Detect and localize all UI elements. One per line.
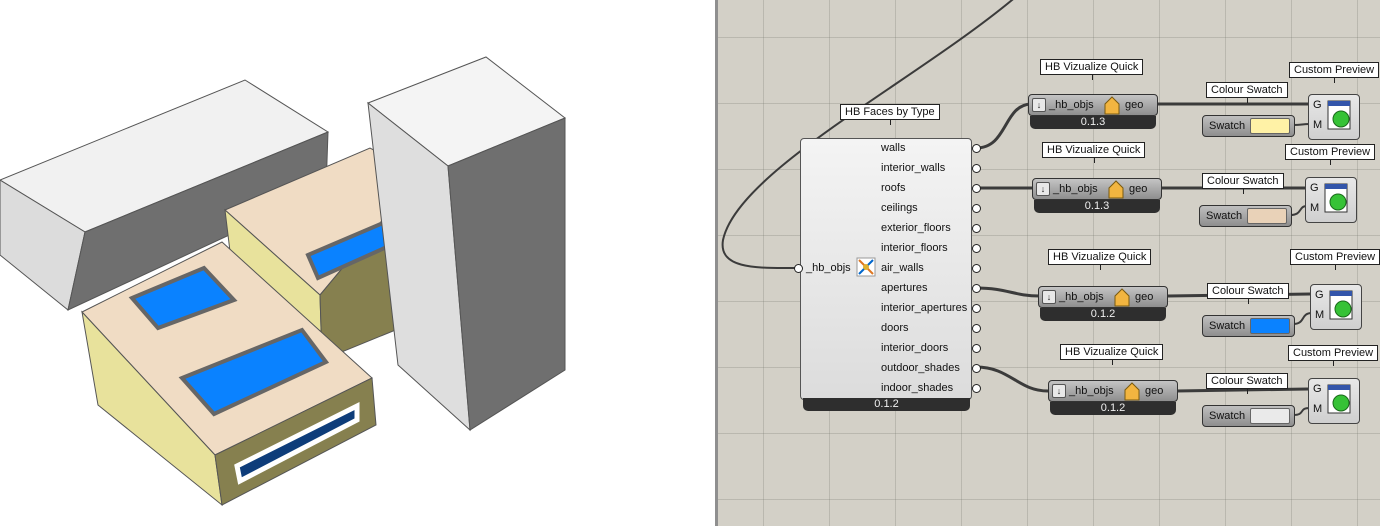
viz-tag-2: HB Vizualize Quick (1042, 142, 1146, 163)
output-walls: walls (881, 142, 906, 154)
port-dot[interactable] (972, 264, 981, 273)
preview-input-m: M (1313, 403, 1323, 415)
viz-input-label: _hb_objs (1069, 385, 1114, 397)
arrow-down-icon: ↓ (1036, 182, 1050, 196)
preview-input-g: G (1315, 289, 1324, 301)
viz-version-4: 0.1.2 (1050, 402, 1176, 415)
preview-input-g: G (1313, 99, 1322, 111)
custom-preview-4[interactable]: G M (1308, 378, 1360, 424)
building-model (0, 56, 566, 507)
hb-vizualize-quick-1[interactable]: ↓ _hb_objs geo (1028, 94, 1158, 116)
preview-icon (1329, 290, 1353, 320)
viz-version-3: 0.1.2 (1040, 308, 1166, 321)
viz-version-2: 0.1.3 (1034, 200, 1160, 213)
preview-tag-2: Custom Preview (1285, 144, 1376, 165)
output-apertures: apertures (881, 282, 928, 294)
output-exterior-floors: exterior_floors (881, 222, 951, 234)
preview-icon (1327, 100, 1351, 130)
output-indoor-shades: indoor_shades (881, 382, 954, 394)
port-dot[interactable] (972, 284, 981, 293)
colour-swatch-2[interactable]: Swatch (1199, 205, 1292, 227)
output-interior-floors: interior_floors (881, 242, 948, 254)
viz-version-1: 0.1.3 (1030, 116, 1156, 129)
viz-output-label: geo (1129, 183, 1148, 195)
viz-input-label: _hb_objs (1059, 291, 1104, 303)
swatch-color-box[interactable] (1247, 208, 1287, 224)
swatch-tag-4: Colour Swatch (1206, 373, 1288, 394)
port-dot[interactable] (972, 204, 981, 213)
custom-preview-3[interactable]: G M (1310, 284, 1362, 330)
port-dot[interactable] (972, 224, 981, 233)
preview-input-m: M (1310, 202, 1320, 214)
viz-tag-1: HB Vizualize Quick (1040, 59, 1144, 80)
swatch-label: Swatch (1206, 210, 1243, 222)
preview-input-m: M (1313, 119, 1323, 131)
preview-tag-1: Custom Preview (1289, 62, 1380, 83)
output-air-walls: air_walls (881, 262, 924, 274)
viz-input-label: _hb_objs (1053, 183, 1098, 195)
preview-input-g: G (1313, 383, 1322, 395)
viz-tag-3: HB Vizualize Quick (1048, 249, 1152, 270)
hb-vizualize-quick-4[interactable]: ↓ _hb_objs geo (1048, 380, 1178, 402)
colour-swatch-1[interactable]: Swatch (1202, 115, 1295, 137)
port-dot[interactable] (972, 164, 981, 173)
faces-by-type-icon (856, 257, 876, 277)
preview-tag-4: Custom Preview (1288, 345, 1379, 366)
swatch-color-box[interactable] (1250, 408, 1290, 424)
swatch-color-box[interactable] (1250, 118, 1290, 134)
rhino-viewport[interactable] (0, 0, 715, 526)
viz-tag-4: HB Vizualize Quick (1060, 344, 1164, 365)
grasshopper-canvas[interactable]: HB Faces by Type _hb_objs walls interior… (718, 0, 1380, 526)
colour-swatch-4[interactable]: Swatch (1202, 405, 1295, 427)
port-dot[interactable] (972, 304, 981, 313)
viz-output-label: geo (1145, 385, 1164, 397)
viz-input-label: _hb_objs (1049, 99, 1094, 111)
custom-preview-2[interactable]: G M (1305, 177, 1357, 223)
swatch-color-box[interactable] (1250, 318, 1290, 334)
hb-vizualize-quick-3[interactable]: ↓ _hb_objs geo (1038, 286, 1168, 308)
port-dot[interactable] (972, 324, 981, 333)
viz-output-label: geo (1135, 291, 1154, 303)
preview-icon (1324, 183, 1348, 213)
port-dot[interactable] (972, 184, 981, 193)
wire-walls (975, 102, 1032, 150)
preview-icon (1327, 384, 1351, 414)
hb-vizualize-quick-2[interactable]: ↓ _hb_objs geo (1032, 178, 1162, 200)
swatch-tag-1: Colour Swatch (1206, 82, 1288, 103)
swatch-tag-2: Colour Swatch (1202, 173, 1284, 194)
port-dot[interactable] (972, 364, 981, 373)
wire-apertures (975, 286, 1041, 298)
hb-faces-tag: HB Faces by Type (840, 104, 940, 125)
hb-faces-version: 0.1.2 (803, 398, 970, 411)
output-interior-doors: interior_doors (881, 342, 949, 354)
input-hb-objs: _hb_objs (806, 262, 851, 274)
viz-output-label: geo (1125, 99, 1144, 111)
preview-input-g: G (1310, 182, 1319, 194)
swatch-label: Swatch (1209, 410, 1246, 422)
output-doors: doors (881, 322, 909, 334)
preview-input-m: M (1315, 309, 1325, 321)
colour-swatch-3[interactable]: Swatch (1202, 315, 1295, 337)
port-dot[interactable] (972, 344, 981, 353)
arrow-down-icon: ↓ (1042, 290, 1056, 304)
preview-tag-3: Custom Preview (1290, 249, 1380, 270)
output-interior-walls: interior_walls (881, 162, 946, 174)
output-interior-apertures: interior_apertures (881, 302, 968, 314)
arrow-down-icon: ↓ (1052, 384, 1066, 398)
wire-outdoor-shades (975, 365, 1049, 393)
swatch-label: Swatch (1209, 320, 1246, 332)
output-outdoor-shades: outdoor_shades (881, 362, 960, 374)
output-roofs: roofs (881, 182, 906, 194)
port-dot[interactable] (972, 244, 981, 253)
arrow-down-icon: ↓ (1032, 98, 1046, 112)
swatch-label: Swatch (1209, 120, 1246, 132)
swatch-tag-3: Colour Swatch (1207, 283, 1289, 304)
custom-preview-1[interactable]: G M (1308, 94, 1360, 140)
port-dot[interactable] (972, 144, 981, 153)
port-dot[interactable] (972, 384, 981, 393)
input-port-dot[interactable] (794, 264, 803, 273)
output-ceilings: ceilings (881, 202, 918, 214)
